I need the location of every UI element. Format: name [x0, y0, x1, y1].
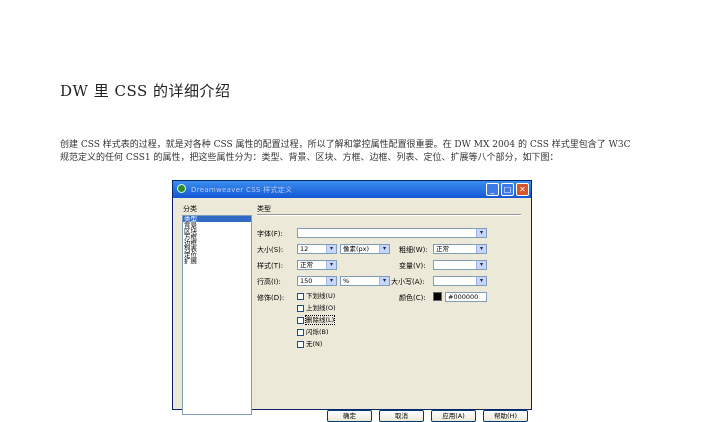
help-button[interactable]: 帮助(H): [483, 410, 528, 422]
header-divider: [257, 214, 521, 216]
style-select[interactable]: 正常 ▾: [297, 260, 337, 270]
chevron-down-icon[interactable]: ▾: [476, 229, 486, 237]
chevron-down-icon[interactable]: ▾: [379, 277, 389, 285]
chevron-down-icon[interactable]: ▾: [476, 245, 486, 253]
font-label: 字体(F):: [257, 230, 283, 238]
weight-label: 粗细(W):: [399, 246, 428, 254]
cancel-button[interactable]: 取消: [379, 410, 424, 422]
line-height-select[interactable]: 150 ▾: [297, 276, 337, 286]
case-select[interactable]: ▾: [433, 276, 487, 286]
page-title: DW 里 CSS 的详细介绍: [60, 82, 231, 100]
underline-checkbox[interactable]: 下划线(U): [297, 292, 335, 301]
line-through-checkbox[interactable]: 删除线(L): [297, 315, 336, 325]
size-label: 大小(S):: [257, 246, 284, 254]
style-label: 样式(T):: [257, 262, 284, 270]
color-swatch[interactable]: [433, 292, 442, 301]
dialog-titlebar[interactable]: Dreamweaver CSS 样式定义 _ □ ✕: [173, 181, 531, 198]
variant-select[interactable]: ▾: [433, 260, 487, 270]
color-input[interactable]: #000000: [445, 292, 487, 302]
apply-button[interactable]: 应用(A): [431, 410, 476, 422]
chevron-down-icon[interactable]: ▾: [476, 261, 486, 269]
minimize-button[interactable]: _: [486, 183, 499, 196]
intro-line-1: 创建 CSS 样式表的过程，就是对各种 CSS 属性的配置过程，所以了解和掌控属…: [60, 140, 631, 150]
category-header: 分类: [183, 205, 197, 213]
category-list[interactable]: 类型 背景 区块 方框 边框 列表 定位 扩展: [182, 215, 252, 415]
font-select[interactable]: ▾: [297, 228, 487, 238]
intro-paragraph: 创建 CSS 样式表的过程，就是对各种 CSS 属性的配置过程，所以了解和掌控属…: [60, 139, 660, 165]
type-section-header: 类型: [257, 205, 271, 213]
chevron-down-icon[interactable]: ▾: [476, 277, 486, 285]
css-rule-dialog: Dreamweaver CSS 样式定义 _ □ ✕ 分类 类型 类型 背景 区…: [172, 180, 532, 422]
ok-button[interactable]: 确定: [327, 410, 372, 422]
chevron-down-icon[interactable]: ▾: [326, 245, 336, 253]
weight-select[interactable]: 正常 ▾: [433, 244, 487, 254]
chevron-down-icon[interactable]: ▾: [326, 261, 336, 269]
category-item-extensions[interactable]: 扩展: [183, 258, 251, 264]
close-button[interactable]: ✕: [516, 183, 529, 196]
chevron-down-icon[interactable]: ▾: [326, 277, 336, 285]
intro-line-2: 规范定义的任何 CSS1 的属性，把这些属性分为：类型、背景、区块、方框、边框、…: [60, 153, 559, 163]
variant-label: 变量(V):: [399, 262, 426, 270]
size-select[interactable]: 12 ▾: [297, 244, 337, 254]
dialog-body: 分类 类型 类型 背景 区块 方框 边框 列表 定位 扩展 字体(F): ▾ 大…: [177, 201, 528, 422]
color-label: 颜色(C):: [399, 294, 426, 302]
decoration-label: 修饰(D):: [257, 294, 285, 302]
line-height-label: 行高(I):: [257, 278, 281, 286]
overline-checkbox[interactable]: 上划线(O): [297, 304, 336, 313]
line-height-unit-select[interactable]: % ▾: [340, 276, 390, 286]
chevron-down-icon[interactable]: ▾: [379, 245, 389, 253]
case-label: 大小写(A):: [391, 278, 425, 286]
blink-checkbox[interactable]: 闪烁(B): [297, 328, 329, 337]
maximize-button[interactable]: □: [501, 183, 514, 196]
size-unit-select[interactable]: 像素(px) ▾: [340, 244, 390, 254]
app-icon: [177, 184, 186, 193]
none-checkbox[interactable]: 无(N): [297, 340, 322, 349]
dialog-title: Dreamweaver CSS 样式定义: [191, 186, 293, 194]
